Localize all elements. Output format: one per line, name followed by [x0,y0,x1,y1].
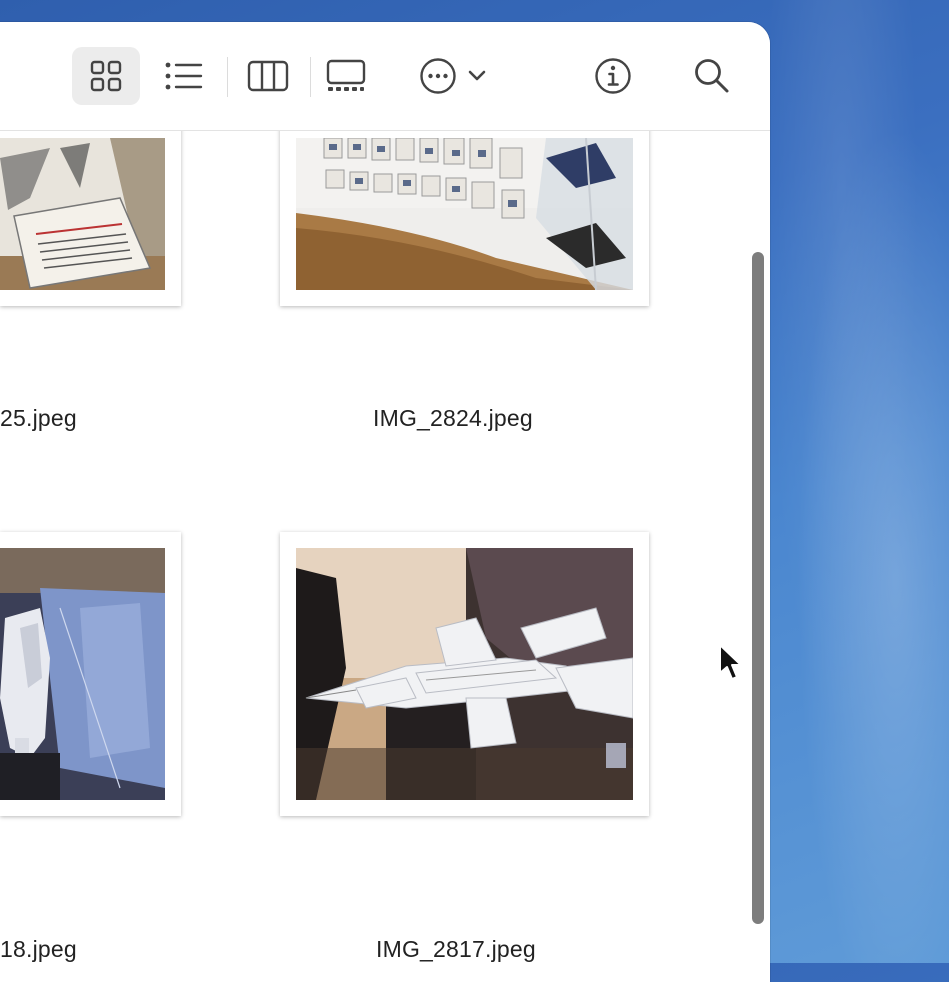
file-name[interactable]: 25.jpeg [0,405,77,432]
file-name[interactable]: IMG_2824.jpeg [373,405,533,432]
chevron-down-icon [468,70,486,81]
file-thumbnail[interactable] [0,122,181,306]
gallery-view-icon [326,59,366,91]
column-view-icon [247,60,289,92]
photo-preview [296,138,633,290]
list-view-button[interactable] [154,47,214,105]
info-button[interactable] [584,47,642,105]
list-view-icon [165,62,203,90]
search-button[interactable] [682,47,742,105]
file-thumbnail[interactable] [280,122,649,306]
file-thumbnail[interactable] [280,532,649,816]
file-name[interactable]: IMG_2817.jpeg [376,936,536,963]
info-icon [595,58,631,94]
desktop-background [770,0,949,963]
file-name[interactable]: 18.jpeg [0,936,77,963]
icon-view-grid-icon [90,60,122,92]
photo-preview [296,548,633,800]
toolbar-separator [310,57,311,97]
file-grid: 25.jpeg IMG_2824.jpeg 18.jpeg IMG_2817.j… [0,22,770,982]
toolbar-separator [227,57,228,97]
file-thumbnail[interactable] [0,532,181,816]
finder-window: 25.jpeg IMG_2824.jpeg 18.jpeg IMG_2817.j… [0,22,770,982]
photo-preview [0,548,165,800]
window-toolbar [0,22,770,131]
icon-view-button[interactable] [72,47,140,105]
search-icon [695,59,729,93]
more-ellipsis-icon [420,58,456,94]
mouse-cursor-icon [719,644,742,680]
scrollbar-thumb[interactable] [752,252,764,924]
column-view-button[interactable] [238,47,298,105]
gallery-view-button[interactable] [316,47,376,105]
photo-preview [0,138,165,290]
more-options-button[interactable] [410,47,494,105]
